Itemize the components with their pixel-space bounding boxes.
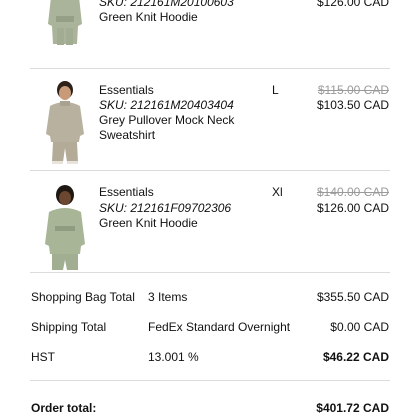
hst-row: HST 13.001 % $46.22 CAD: [0, 349, 420, 365]
order-total-label: Order total:: [31, 401, 97, 415]
item-original-price: $140.00 CAD: [316, 185, 389, 199]
item-brand: Essentials: [99, 185, 154, 199]
product-image[interactable]: [38, 76, 92, 166]
summary-value: $355.50 CAD: [316, 290, 389, 304]
summary-label: Shopping Bag Total: [31, 290, 135, 304]
shopping-bag-total-row: Shopping Bag Total 3 Items $355.50 CAD: [0, 289, 420, 305]
divider: [30, 272, 390, 273]
item-name: Green Knit Hoodie: [99, 10, 198, 24]
item-sku: SKU: 212161M20403404: [99, 98, 234, 112]
product-image[interactable]: [38, 182, 92, 272]
item-price: $126.00 CAD: [316, 201, 389, 215]
divider: [30, 380, 390, 381]
item-name: Grey Pullover Mock Neck Sweatshirt: [99, 113, 235, 142]
item-sku: SKU: 212161M20100603: [99, 0, 234, 9]
item-price: $126.00 CAD: [316, 0, 389, 9]
cart-item: SKU: 212161M20100603 Green Knit Hoodie $…: [0, 0, 420, 60]
item-original-price: $115.00 CAD: [317, 83, 389, 97]
item-size: L: [272, 83, 279, 97]
product-image[interactable]: [38, 0, 92, 48]
item-price: $103.50 CAD: [316, 98, 389, 112]
item-count: 3 Items: [148, 290, 188, 304]
item-sku: SKU: 212161F09702306: [99, 201, 232, 215]
summary-value: $0.00 CAD: [330, 320, 389, 334]
order-summary-page: SKU: 212161M20100603 Green Knit Hoodie $…: [0, 0, 420, 420]
item-name: Green Knit Hoodie: [99, 216, 198, 230]
cart-item: Essentials SKU: 212161F09702306 Green Kn…: [0, 170, 420, 272]
item-brand: Essentials: [99, 83, 154, 97]
cart-item: Essentials SKU: 212161M20403404 Grey Pul…: [0, 68, 420, 170]
tax-rate: 13.001 %: [148, 350, 199, 364]
item-size: Xl: [272, 185, 283, 199]
shipping-method: FedEx Standard Overnight: [148, 320, 291, 334]
summary-label: Shipping Total: [31, 320, 107, 334]
summary-label: HST: [31, 350, 55, 364]
order-total-value: $401.72 CAD: [316, 401, 389, 415]
shipping-total-row: Shipping Total FedEx Standard Overnight …: [0, 319, 420, 335]
summary-value: $46.22 CAD: [322, 350, 389, 364]
order-total-row: Order total: $401.72 CAD: [0, 400, 420, 416]
